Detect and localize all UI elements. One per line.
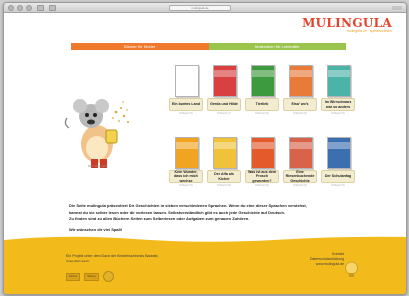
close-window-button[interactable] — [8, 4, 14, 11]
book-title-button[interactable]: Gerda und Hilde — [207, 98, 241, 111]
mouse-mascot-illustration — [64, 99, 129, 168]
footer-project-info: Ein Projekt unter dem Dach der Kinderbuc… — [66, 254, 216, 264]
book-title-button[interactable]: Eine Riesenbuchende Geschichte — [283, 170, 317, 183]
sponsor-logo-2[interactable]: Stiftung — [84, 272, 99, 281]
book-cover[interactable] — [213, 137, 237, 169]
intro-paragraph-3: Zu finden sind zu allen Büchern Seiten z… — [69, 216, 250, 222]
search-field[interactable] — [392, 5, 402, 10]
sponsor-logo-1[interactable]: Partner — [66, 272, 81, 281]
book-cover[interactable] — [251, 65, 275, 97]
book-cover[interactable] — [213, 65, 237, 97]
light-bulb-icon — [345, 261, 358, 277]
book-title-button[interactable]: Was ist aus dem Frosch geworden? — [245, 170, 279, 183]
main-nav: Bücher für Kinder Materialien für Lehrkr… — [71, 43, 346, 50]
illustration-caption: Bild: Mulingula — [88, 164, 108, 168]
sponsor-logos: Partner Stiftung — [66, 271, 114, 282]
book-cover[interactable] — [175, 65, 199, 97]
books-grid: Ein buntes Land Hörbuch (8) Gerda und Hild… — [167, 61, 357, 201]
book-subtitle: Hörbuch (8) — [179, 112, 193, 115]
back-button[interactable] — [37, 4, 44, 11]
book-subtitle: Hörbuch (8) — [179, 184, 193, 187]
book-subtitle: Hörbuch (7) — [217, 112, 231, 115]
book-subtitle: Hörbuch (8) — [293, 112, 307, 115]
tab-materials-for-teachers[interactable]: Materialien für Lehrkräfte — [208, 43, 346, 50]
book-subtitle: Hörbuch (8) — [331, 184, 345, 187]
book-cover[interactable] — [327, 137, 351, 169]
book-subtitle: Hörbuch (8) — [255, 112, 269, 115]
footer-wave-decoration — [4, 236, 406, 246]
book-title-button[interactable]: Im Wirrschwarz war so anders — [321, 98, 355, 111]
minimize-window-button[interactable] — [17, 4, 23, 11]
intro-text: Die Seite mulingula präsentiert Dir Gesc… — [69, 203, 349, 233]
book-title-button[interactable]: Der Schulanfag — [321, 170, 355, 183]
intro-paragraph-1: Die Seite mulingula präsentiert Dir Gesc… — [69, 203, 307, 208]
zoom-window-button[interactable] — [26, 4, 32, 11]
page-footer: Ein Projekt unter dem Dach der Kinderbuc… — [4, 236, 406, 294]
book-subtitle: Hörbuch (8) — [255, 184, 269, 187]
book-subtitle: Hörbuch (8) — [331, 112, 345, 115]
book-title-button[interactable]: Tierlieb — [245, 98, 279, 111]
book-cover[interactable] — [289, 65, 313, 97]
book-subtitle: Hörbuch (8) — [217, 184, 231, 187]
intro-paragraph-2: kannst du sie selber lesen oder dir vorl… — [69, 209, 286, 215]
book-cover[interactable] — [251, 137, 275, 169]
book-cover[interactable] — [175, 137, 199, 169]
browser-toolbar: mulingula.de — [4, 3, 406, 13]
book-title-button[interactable]: Eisa' wo's — [283, 98, 317, 111]
book-cover[interactable] — [327, 65, 351, 97]
footer-line-2: Unterstützt durch: — [66, 259, 90, 263]
book-title-button[interactable]: Kein Wunder, dass ich mich wechse — [169, 170, 203, 183]
forward-button[interactable] — [49, 4, 56, 11]
book-title-button[interactable]: Ein buntes Land — [169, 98, 203, 111]
footer-link-website[interactable]: www.mulingula.de — [292, 262, 344, 267]
tab-books-for-children[interactable]: Bücher für Kinder — [71, 43, 209, 50]
browser-window: mulingula.de MULINGULA mulingula.ch · sp… — [3, 2, 407, 295]
footer-links: Kontakt Datenschutzerklärung www.mulingu… — [292, 252, 344, 267]
site-logo[interactable]: MULINGULA mulingula.ch · spielend lesen — [302, 16, 392, 33]
address-bar[interactable]: mulingula.de — [169, 4, 231, 11]
intro-greeting: Wir wünschen dir viel Spaß! — [69, 226, 123, 232]
book-title-button[interactable]: Der Alfa als Kicher — [207, 170, 241, 183]
sponsor-seal-icon[interactable] — [102, 271, 114, 282]
logo-word: MULINGULA — [302, 16, 392, 30]
book-cover[interactable] — [289, 137, 313, 169]
book-subtitle: Hörbuch (8) — [293, 184, 307, 187]
